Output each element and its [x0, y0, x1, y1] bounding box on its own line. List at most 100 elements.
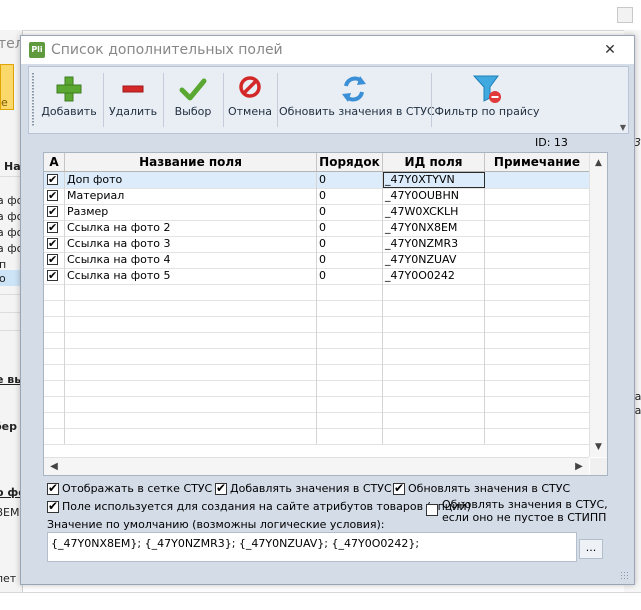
order-cell[interactable]: 0: [317, 204, 383, 220]
record-id-label: ID: 13: [535, 136, 568, 149]
row-active-checkbox[interactable]: [47, 252, 58, 268]
toolbar-overflow-icon[interactable]: ▼: [620, 123, 626, 132]
table-row[interactable]: Размер0_47W0XCKLH: [44, 204, 590, 221]
field-name-cell[interactable]: Ссылка на фото 2: [65, 220, 317, 236]
row-active-checkbox[interactable]: [47, 268, 58, 284]
active-cell[interactable]: [44, 188, 65, 204]
empty-cell: [383, 332, 485, 348]
empty-cell: [65, 396, 317, 412]
active-cell[interactable]: [44, 172, 65, 188]
checkbox-box[interactable]: [47, 499, 59, 513]
note-cell[interactable]: [485, 252, 590, 268]
toolbar-grip[interactable]: [32, 73, 34, 127]
empty-cell: [485, 364, 590, 380]
empty-cell: [317, 396, 383, 412]
field-name-cell[interactable]: Размер: [65, 204, 317, 220]
grid-vertical-scrollbar[interactable]: ▲ ▼: [589, 153, 607, 457]
field-id-cell[interactable]: _47Y0O0242: [383, 268, 485, 284]
note-cell[interactable]: [485, 220, 590, 236]
refresh-values-button[interactable]: Обновить значения в СТУС: [279, 69, 435, 129]
note-cell[interactable]: [485, 268, 590, 284]
select-button[interactable]: Выбор: [165, 69, 221, 129]
field-name-cell[interactable]: Материал: [65, 188, 317, 204]
col-header-active[interactable]: А: [44, 153, 65, 171]
row-active-checkbox[interactable]: [47, 220, 58, 236]
active-cell[interactable]: [44, 204, 65, 220]
select-label: Выбор: [174, 105, 212, 118]
filter-by-price-button[interactable]: Фильтр по прайсу: [433, 69, 541, 129]
table-row[interactable]: Материал0_47Y0OUBHN: [44, 188, 590, 205]
dialog-titlebar[interactable]: Pli Список дополнительных полей ✕: [21, 36, 634, 64]
order-cell[interactable]: 0: [317, 268, 383, 284]
scroll-right-icon[interactable]: ▶: [571, 458, 587, 475]
close-button[interactable]: ✕: [602, 42, 618, 58]
active-cell[interactable]: [44, 236, 65, 252]
refresh-label: Обновить значения в СТУС: [279, 105, 435, 118]
empty-cell: [44, 348, 65, 364]
table-row[interactable]: Доп фото0_47Y0XTYVN: [44, 172, 590, 189]
active-cell[interactable]: [44, 220, 65, 236]
active-cell[interactable]: [44, 252, 65, 268]
delete-button[interactable]: Удалить: [105, 69, 161, 129]
col-header-id[interactable]: ИД поля: [383, 153, 485, 171]
order-cell[interactable]: 0: [317, 172, 383, 188]
field-name-cell[interactable]: Доп фото: [65, 172, 317, 188]
col-header-order[interactable]: Порядок: [317, 153, 383, 171]
table-row[interactable]: Ссылка на фото 50_47Y0O0242: [44, 268, 590, 285]
grid-horizontal-scrollbar[interactable]: ◀ ▶: [44, 457, 589, 475]
checkbox-box[interactable]: [393, 481, 405, 495]
order-cell[interactable]: 0: [317, 252, 383, 268]
empty-row: [44, 396, 590, 413]
empty-cell: [65, 364, 317, 380]
note-cell[interactable]: [485, 172, 590, 188]
active-cell[interactable]: [44, 268, 65, 284]
checkbox-box[interactable]: [47, 481, 59, 495]
field-id-cell[interactable]: _47Y0NX8EM: [383, 220, 485, 236]
col-header-note[interactable]: Примечание: [485, 153, 589, 171]
row-active-checkbox[interactable]: [47, 172, 58, 188]
table-row[interactable]: Ссылка на фото 20_47Y0NX8EM: [44, 220, 590, 237]
field-id-cell[interactable]: _47Y0XTYVN: [383, 172, 485, 188]
scroll-down-icon[interactable]: ▼: [590, 439, 607, 455]
field-id-cell[interactable]: _47Y0NZUAV: [383, 252, 485, 268]
field-name-cell[interactable]: Ссылка на фото 5: [65, 268, 317, 284]
table-row[interactable]: Ссылка на фото 40_47Y0NZUAV: [44, 252, 590, 269]
scroll-up-icon[interactable]: ▲: [590, 155, 607, 171]
empty-cell: [65, 284, 317, 300]
delete-label: Удалить: [108, 105, 158, 118]
empty-cell: [44, 428, 65, 444]
default-value-field[interactable]: {_47Y0NX8EM}; {_47Y0NZMR3}; {_47Y0NZUAV}…: [47, 532, 577, 562]
row-active-checkbox[interactable]: [47, 204, 58, 220]
col-header-name[interactable]: Название поля: [65, 153, 317, 171]
app-logo-icon: Pli: [29, 42, 45, 58]
resize-grip[interactable]: [620, 571, 630, 581]
field-id-cell[interactable]: _47Y0NZMR3: [383, 236, 485, 252]
checkbox-box[interactable]: [426, 504, 438, 516]
checkbox-box[interactable]: [215, 481, 227, 495]
cancel-button[interactable]: Отмена: [225, 69, 275, 129]
update-if-not-empty-label-1: Обновлять значения в СТУС,: [442, 498, 608, 511]
empty-cell: [383, 316, 485, 332]
table-row[interactable]: Ссылка на фото 30_47Y0NZMR3: [44, 236, 590, 253]
order-cell[interactable]: 0: [317, 188, 383, 204]
order-cell[interactable]: 0: [317, 220, 383, 236]
note-cell[interactable]: [485, 204, 590, 220]
background-window-control[interactable]: [617, 7, 633, 23]
field-name-cell[interactable]: Ссылка на фото 4: [65, 252, 317, 268]
funnel-remove-icon: [472, 75, 501, 103]
row-active-checkbox[interactable]: [47, 188, 58, 204]
scroll-left-icon[interactable]: ◀: [46, 458, 62, 475]
empty-cell: [44, 412, 65, 428]
field-name-cell[interactable]: Ссылка на фото 3: [65, 236, 317, 252]
add-button[interactable]: Добавить: [37, 69, 101, 129]
background-bottom-bar: [0, 592, 641, 610]
field-id-cell[interactable]: _47Y0OUBHN: [383, 188, 485, 204]
note-cell[interactable]: [485, 236, 590, 252]
empty-cell: [317, 364, 383, 380]
default-value-browse-button[interactable]: ...: [579, 539, 603, 559]
field-id-cell[interactable]: _47W0XCKLH: [383, 204, 485, 220]
note-cell[interactable]: [485, 188, 590, 204]
order-cell[interactable]: 0: [317, 236, 383, 252]
row-active-checkbox[interactable]: [47, 236, 58, 252]
empty-cell: [44, 364, 65, 380]
